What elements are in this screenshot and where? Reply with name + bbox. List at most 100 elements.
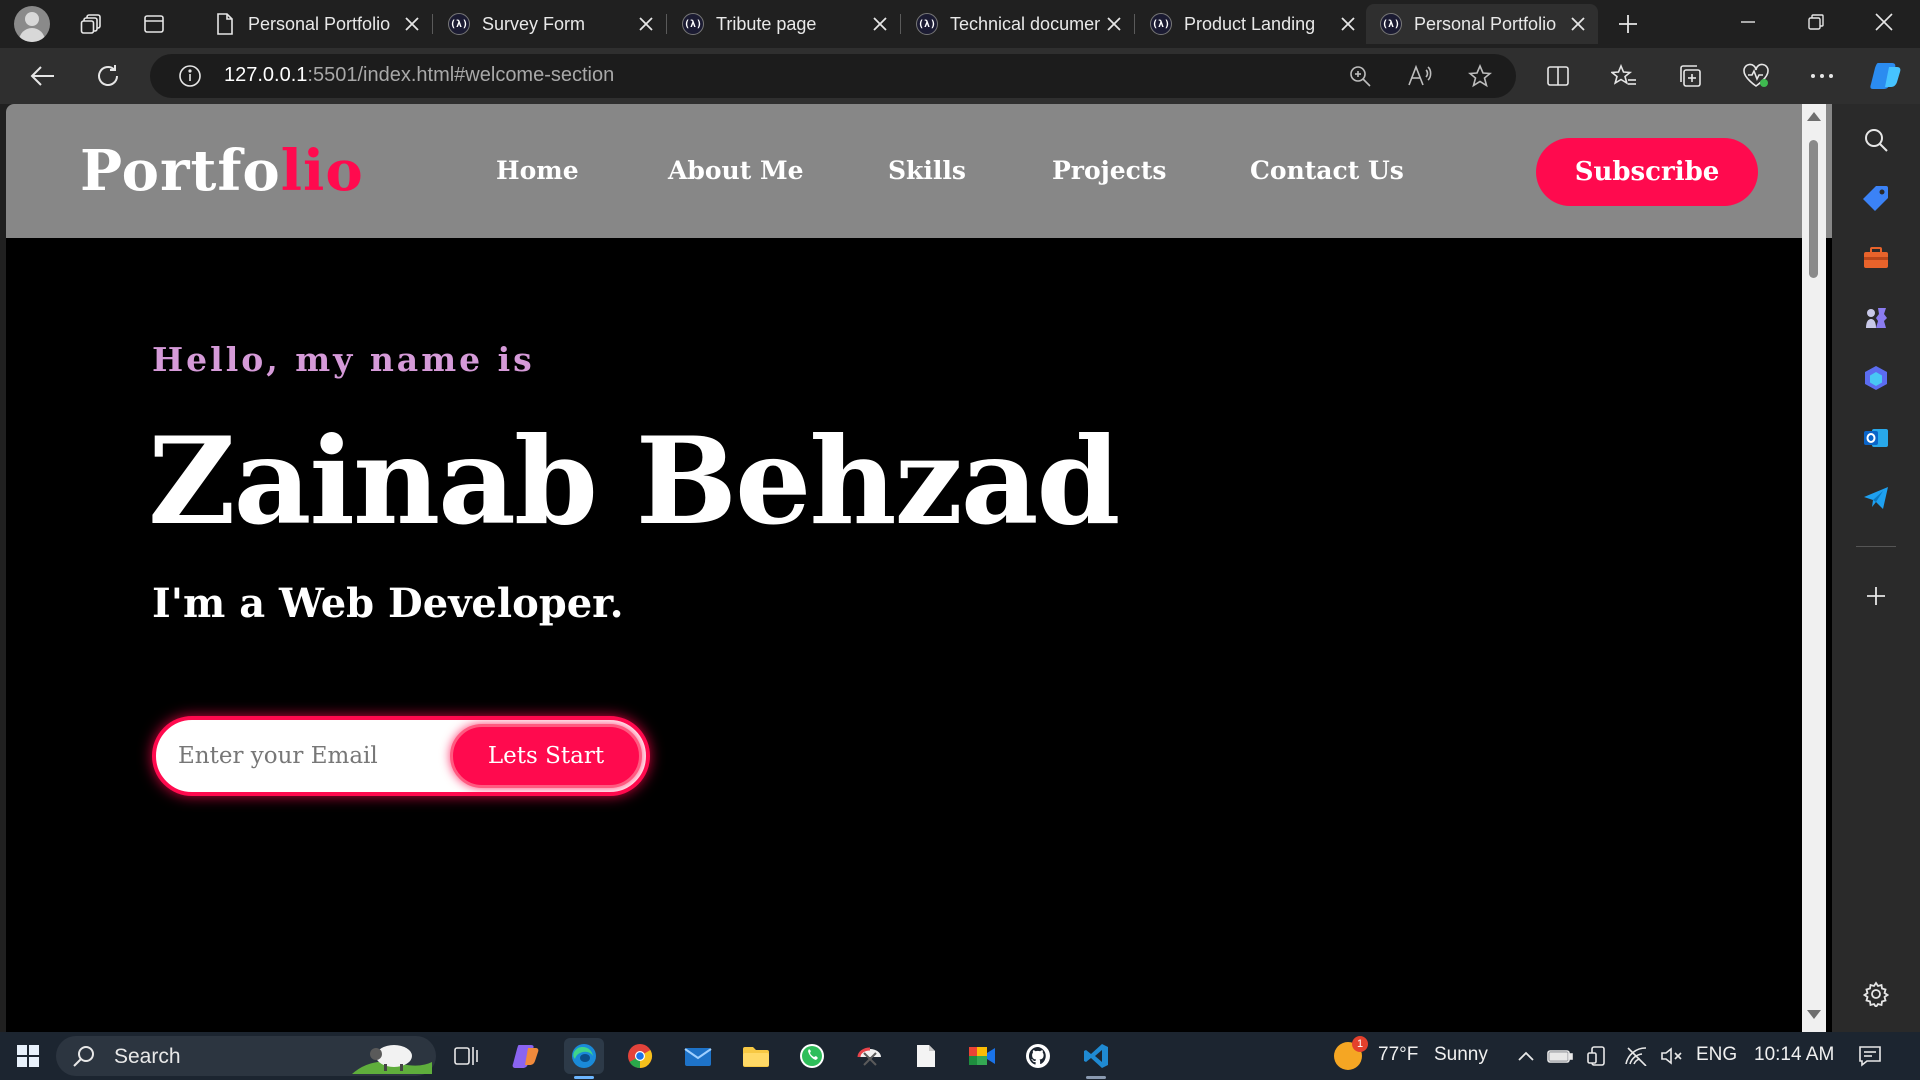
scroll-down-arrow-icon[interactable] [1807, 1010, 1821, 1019]
close-tab-icon[interactable] [870, 14, 890, 34]
favorite-star-icon[interactable] [1464, 60, 1496, 92]
page-scrollbar[interactable] [1802, 104, 1826, 1032]
battery-icon[interactable] [1544, 1038, 1576, 1074]
hero-role: I'm a Web Developer. [152, 580, 624, 627]
outlook-icon[interactable] [1858, 420, 1894, 456]
browser-sidebar [1802, 104, 1920, 1032]
close-tab-icon[interactable] [1104, 14, 1124, 34]
copilot-taskbar-icon[interactable] [506, 1038, 546, 1074]
hero-name: Zainab Behzad [148, 411, 1120, 552]
email-input[interactable] [178, 736, 438, 776]
tab-product-landing[interactable]: (λ) Product Landing [1136, 4, 1368, 44]
github-icon[interactable] [1018, 1038, 1058, 1074]
workspaces-icon[interactable] [74, 6, 110, 42]
restore-icon[interactable] [1784, 0, 1848, 44]
nav-link-about-me[interactable]: About Me [668, 156, 804, 185]
tab-tribute-page[interactable]: (λ) Tribute page [668, 4, 900, 44]
google-meet-icon[interactable] [962, 1038, 1002, 1074]
nav-link-skills[interactable]: Skills [888, 156, 966, 185]
volume-muted-icon[interactable] [1656, 1038, 1688, 1074]
more-options-icon[interactable] [1804, 58, 1840, 94]
scroll-up-arrow-icon[interactable] [1807, 112, 1821, 121]
freecodecamp-icon: (λ) [448, 13, 470, 35]
tab-survey-form[interactable]: (λ) Survey Form [434, 4, 666, 44]
task-view-icon[interactable] [446, 1038, 486, 1074]
zoom-icon[interactable] [1344, 60, 1376, 92]
split-screen-icon[interactable] [1540, 58, 1576, 94]
favorites-icon[interactable] [1606, 58, 1642, 94]
mail-icon[interactable] [678, 1038, 718, 1074]
subscribe-button[interactable]: Subscribe [1536, 138, 1758, 206]
browser-toolbar: 127.0.0.1:5501/index.html#welcome-sectio… [0, 48, 1920, 104]
tab-title: Product Landing [1184, 13, 1316, 34]
refresh-icon[interactable] [90, 58, 126, 94]
weather-widget[interactable]: 1 77°F Sunny [1330, 1036, 1500, 1076]
close-tab-icon[interactable] [1338, 14, 1358, 34]
freecodecamp-icon: (λ) [916, 13, 938, 35]
weather-badge: 1 [1352, 1036, 1368, 1052]
tab-title: Personal Portfolio [1414, 13, 1557, 34]
tools-briefcase-icon[interactable] [1858, 240, 1894, 276]
tab-technical-documentation[interactable]: (λ) Technical documentation [902, 4, 1134, 44]
windows-start-icon[interactable] [8, 1038, 48, 1074]
read-aloud-icon[interactable] [1404, 60, 1436, 92]
notifications-icon[interactable] [1850, 1038, 1890, 1074]
copilot-icon[interactable] [1868, 58, 1904, 94]
nav-link-projects[interactable]: Projects [1052, 156, 1166, 185]
search-label: Search [114, 1045, 181, 1068]
windows-taskbar: Search 1 77°F Sunny ENG 10:14 AM [0, 1032, 1920, 1080]
document-icon [214, 13, 236, 35]
show-hidden-icons-chevron-icon[interactable] [1514, 1038, 1538, 1074]
notepad-icon[interactable] [906, 1038, 946, 1074]
lets-start-button[interactable]: Lets Start [450, 724, 642, 788]
email-signup-form: Lets Start [152, 716, 650, 796]
search-icon [72, 1044, 96, 1072]
tab-personal-portfolio-active[interactable]: (λ) Personal Portfolio [1366, 4, 1598, 44]
send-telegram-icon[interactable] [1858, 480, 1894, 516]
search-highlight-sheep-icon [352, 1038, 432, 1074]
back-arrow-icon[interactable] [24, 58, 60, 94]
tab-strip: Personal Portfolio (λ) Survey Form (λ) T… [0, 0, 1920, 48]
wifi-icon[interactable] [1620, 1038, 1652, 1074]
close-tab-icon[interactable] [1568, 14, 1588, 34]
copilot-sidebar-icon[interactable] [1858, 360, 1894, 396]
close-tab-icon[interactable] [636, 14, 656, 34]
shopping-tag-icon[interactable] [1858, 180, 1894, 216]
page-viewport: Portfolio Home About Me Skills Projects … [6, 104, 1832, 1032]
url-text[interactable]: 127.0.0.1:5501/index.html#welcome-sectio… [224, 64, 614, 87]
search-icon[interactable] [1858, 122, 1894, 158]
site-logo[interactable]: Portfolio [80, 138, 364, 204]
taskbar-search-box[interactable]: Search [56, 1036, 436, 1076]
input-language[interactable]: ENG [1696, 1044, 1737, 1066]
profile-avatar[interactable] [14, 6, 50, 42]
site-info-icon[interactable] [174, 60, 206, 92]
hero-greeting: Hello, my name is [152, 340, 535, 379]
add-sidebar-app-icon[interactable] [1858, 578, 1894, 614]
tab-title: Technical documentation [950, 13, 1100, 34]
phone-link-icon[interactable] [1582, 1038, 1614, 1074]
freecodecamp-icon: (λ) [1380, 13, 1402, 35]
freecodecamp-icon: (λ) [682, 13, 704, 35]
tab-actions-icon[interactable] [136, 6, 172, 42]
games-chess-icon[interactable] [1858, 300, 1894, 336]
address-bar[interactable]: 127.0.0.1:5501/index.html#welcome-sectio… [150, 54, 1516, 98]
vscode-icon[interactable] [1076, 1038, 1116, 1074]
snipping-tool-icon[interactable] [850, 1038, 890, 1074]
whatsapp-icon[interactable] [792, 1038, 832, 1074]
system-clock[interactable]: 10:14 AM [1754, 1044, 1834, 1066]
collections-icon[interactable] [1672, 58, 1708, 94]
tab-personal-portfolio-1[interactable]: Personal Portfolio [200, 4, 432, 44]
scrollbar-thumb[interactable] [1809, 140, 1818, 278]
new-tab-icon[interactable] [1610, 6, 1646, 42]
nav-link-contact-us[interactable]: Contact Us [1250, 156, 1404, 185]
weather-condition: Sunny [1434, 1044, 1488, 1065]
close-tab-icon[interactable] [402, 14, 422, 34]
nav-link-home[interactable]: Home [496, 156, 579, 185]
close-window-icon[interactable] [1852, 0, 1916, 44]
chrome-icon[interactable] [620, 1038, 660, 1074]
browser-essentials-icon[interactable] [1738, 58, 1774, 94]
settings-gear-icon[interactable] [1858, 976, 1894, 1012]
edge-browser-icon[interactable] [564, 1038, 604, 1074]
file-explorer-icon[interactable] [736, 1038, 776, 1074]
minimize-icon[interactable] [1716, 0, 1780, 44]
